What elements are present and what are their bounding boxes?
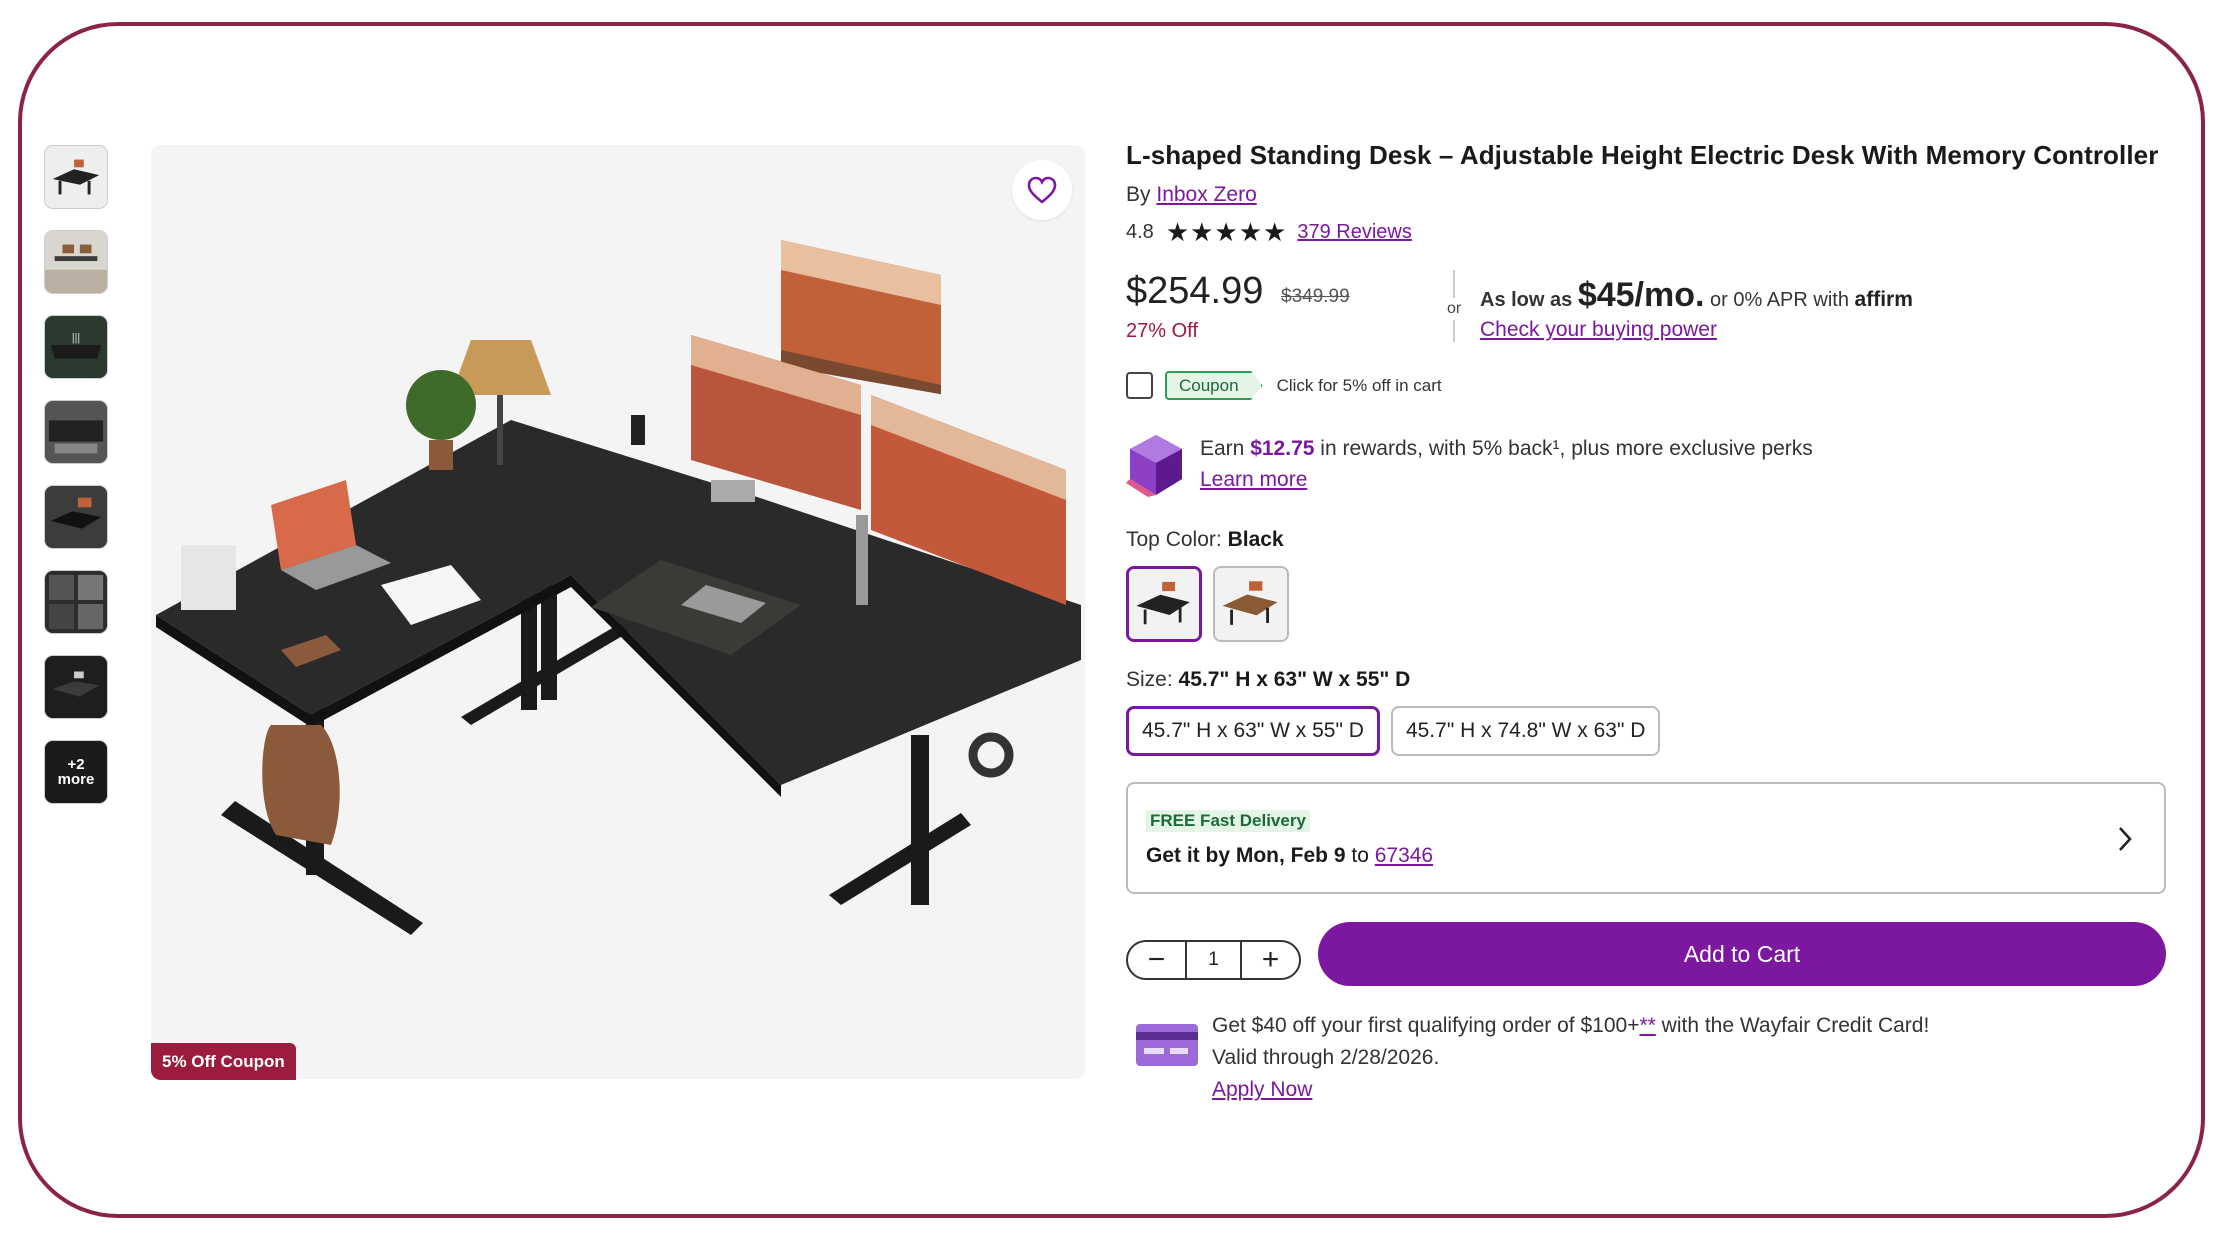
increment-button[interactable]: +	[1242, 942, 1299, 978]
rewards-text: Earn $12.75 in rewards, with 5% back¹, p…	[1200, 433, 1813, 501]
credit-offer-text: Get $40 off your first qualifying order …	[1212, 1010, 1929, 1106]
delivery-card[interactable]: FREE Fast Delivery Get it by Mon, Feb 9 …	[1126, 782, 2166, 894]
color-label-text: Top Color:	[1126, 528, 1222, 551]
coupon-badge: 5% Off Coupon	[151, 1043, 296, 1080]
credit-line-2: Valid through 2/28/2026.	[1212, 1046, 1440, 1069]
learn-more-link[interactable]: Learn more	[1200, 468, 1307, 491]
brand-link[interactable]: Inbox Zero	[1156, 183, 1256, 206]
as-low-as-label: As low as	[1480, 289, 1573, 311]
thumbnail-3[interactable]: |||	[44, 315, 108, 379]
coupon-tag: Coupon	[1165, 371, 1263, 400]
more-images-label: +2 more	[45, 741, 107, 803]
size-label-text: Size:	[1126, 668, 1173, 691]
thumbnail-5[interactable]	[44, 485, 108, 549]
quantity-value[interactable]: 1	[1185, 942, 1242, 978]
rewards-banner: Earn $12.75 in rewards, with 5% back¹, p…	[1126, 433, 1813, 501]
size-value: 45.7" H x 63" W x 55" D	[1178, 668, 1411, 691]
apr-text: or 0% APR with	[1710, 289, 1849, 311]
thumbnail-strip: ||| +2 more	[44, 145, 110, 825]
desk-illustration	[151, 145, 1085, 1079]
reviews-link[interactable]: 379 Reviews	[1297, 221, 1412, 244]
credit-line-1b: with the Wayfair Credit Card!	[1655, 1014, 1930, 1037]
rewards-amount: $12.75	[1250, 437, 1315, 460]
color-label: Top Color: Black	[1126, 528, 1284, 552]
chevron-right-icon	[2119, 827, 2132, 851]
price-section: $254.99 $349.99 27% Off or As low as $45…	[1126, 270, 2166, 360]
affirm-logo: affirm	[1854, 288, 1913, 311]
by-label: By	[1126, 183, 1151, 206]
rating-row: 4.8 ★★★★★ 379 Reviews	[1126, 217, 2166, 248]
monthly-price: $45/mo.	[1577, 276, 1705, 314]
apply-now-link[interactable]: Apply Now	[1212, 1078, 1312, 1101]
quantity-stepper: − 1 +	[1126, 940, 1301, 980]
coupon-checkbox[interactable]	[1126, 372, 1153, 399]
credit-footnote-link[interactable]: **	[1639, 1014, 1655, 1037]
thumbnail-more[interactable]: +2 more	[44, 740, 108, 804]
delivery-to: to	[1351, 844, 1369, 867]
add-to-cart-button[interactable]: Add to Cart	[1318, 922, 2166, 986]
thumbnail-7[interactable]	[44, 655, 108, 719]
coupon-row: Coupon Click for 5% off in cart	[1126, 371, 1442, 400]
coupon-note: Click for 5% off in cart	[1276, 375, 1442, 395]
delivery-date: Get it by Mon, Feb 9	[1146, 844, 1346, 867]
size-option-1[interactable]: 45.7" H x 63" W x 55" D	[1126, 706, 1380, 756]
star-rating-icon: ★★★★★	[1165, 217, 1288, 247]
thumbnail-2[interactable]	[44, 230, 108, 294]
product-main-image[interactable]	[151, 145, 1085, 1079]
free-delivery-badge: FREE Fast Delivery	[1146, 810, 1310, 832]
delivery-eta: Get it by Mon, Feb 9 to 67346	[1146, 844, 1433, 868]
brand-line: By Inbox Zero	[1126, 183, 2166, 207]
thumbnail-6[interactable]	[44, 570, 108, 634]
color-value: Black	[1227, 528, 1284, 551]
credit-line-1: Get $40 off your first qualifying order …	[1212, 1014, 1640, 1037]
current-price: $254.99	[1126, 270, 1264, 312]
thumbnail-4[interactable]	[44, 400, 108, 464]
original-price: $349.99	[1281, 286, 1350, 307]
swatch-rustic-brown[interactable]	[1213, 566, 1289, 642]
buying-power-link[interactable]: Check your buying power	[1480, 318, 1717, 342]
affirm-offer: As low as $45/mo. or 0% APR with affirm	[1480, 276, 1913, 315]
svg-text:|||: |||	[72, 332, 80, 344]
rewards-gem-icon	[1126, 435, 1182, 497]
rewards-description: in rewards, with 5% back¹, plus more exc…	[1320, 437, 1813, 460]
discount-label: 27% Off	[1126, 320, 1198, 342]
or-label: or	[1447, 298, 1462, 320]
rating-value: 4.8	[1126, 221, 1154, 243]
credit-card-offer: Get $40 off your first qualifying order …	[1126, 1010, 1929, 1106]
product-info: L-shaped Standing Desk – Adjustable Heig…	[1126, 140, 2166, 1101]
swatch-black[interactable]	[1126, 566, 1202, 642]
size-option-2[interactable]: 45.7" H x 74.8" W x 63" D	[1390, 706, 1661, 756]
size-options: 45.7" H x 63" W x 55" D 45.7" H x 74.8" …	[1126, 706, 1671, 756]
favorite-button[interactable]	[1012, 160, 1072, 220]
color-swatches	[1126, 566, 1300, 642]
credit-card-icon	[1136, 1024, 1198, 1066]
size-label: Size: 45.7" H x 63" W x 55" D	[1126, 668, 1410, 692]
earn-label: Earn	[1200, 437, 1245, 460]
zip-code-link[interactable]: 67346	[1375, 844, 1433, 867]
heart-icon	[1027, 176, 1057, 204]
product-title: L-shaped Standing Desk – Adjustable Heig…	[1126, 140, 2159, 170]
thumbnail-1[interactable]	[44, 145, 108, 209]
decrement-button[interactable]: −	[1128, 942, 1185, 978]
